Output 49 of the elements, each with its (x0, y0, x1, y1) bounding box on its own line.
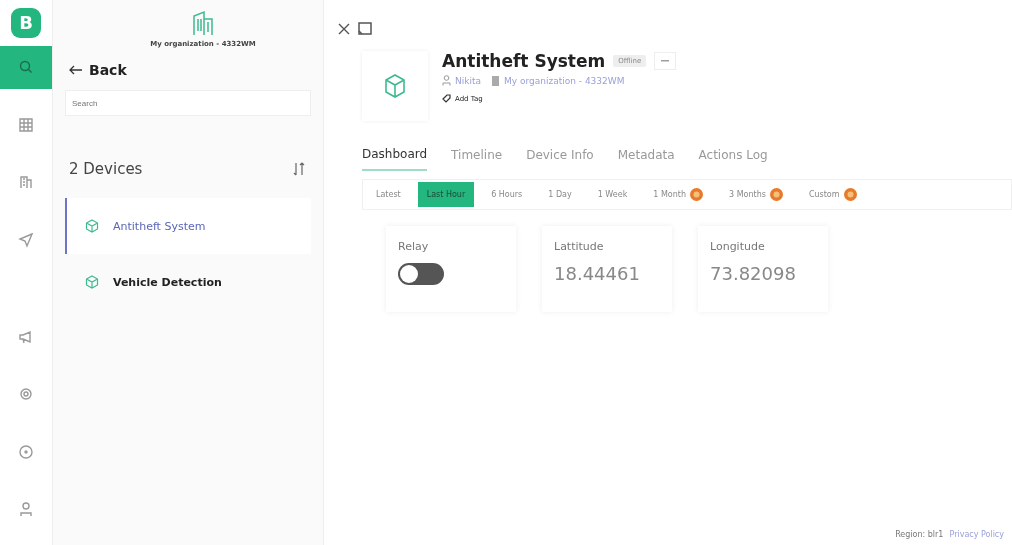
more-button[interactable] (654, 52, 677, 70)
device-count: 2 Devices (69, 160, 143, 178)
widget-title: Lattitude (554, 240, 604, 253)
cube-icon (85, 219, 99, 233)
search-field[interactable]: Search (65, 90, 311, 116)
premium-icon (769, 188, 783, 201)
close-icon[interactable] (338, 22, 350, 35)
expand-icon[interactable] (358, 22, 372, 35)
time-range-button[interactable]: Custom (799, 182, 866, 207)
time-range-button[interactable]: 1 Month (644, 182, 712, 207)
widget-value: 18.44461 (554, 263, 640, 284)
tab[interactable]: Timeline (451, 147, 503, 171)
back-link[interactable]: Back (69, 62, 311, 78)
time-range-button[interactable]: Latest (367, 182, 410, 207)
user-icon (442, 75, 451, 86)
tab[interactable]: Dashboard (362, 147, 428, 171)
region-label: Region: blr1 (895, 530, 944, 539)
widget-title: Relay (398, 240, 429, 253)
time-range-button[interactable]: 6 Hours (482, 182, 532, 207)
cube-icon (85, 275, 99, 289)
user-icon (18, 501, 34, 518)
sort-icon[interactable] (293, 162, 305, 176)
time-range-button[interactable]: Last Hour (417, 182, 475, 207)
paper-plane-icon (18, 231, 34, 248)
nav-button[interactable] (0, 45, 52, 90)
time-range-button[interactable]: 3 Months (720, 182, 792, 207)
target-icon (18, 443, 34, 460)
privacy-link[interactable]: Privacy Policy (949, 530, 1004, 539)
tab[interactable]: Metadata (617, 147, 675, 171)
device-title: Antitheft System (442, 51, 606, 71)
widget-title: Longitude (710, 240, 765, 253)
cube-icon (384, 74, 406, 98)
widget-value: 73.82098 (710, 263, 796, 284)
grid-icon (18, 116, 34, 133)
arrow-left-icon (69, 65, 83, 75)
time-range-button[interactable]: 1 Day (539, 182, 581, 207)
organization-link[interactable]: My organization - 4332WM (504, 75, 625, 86)
megaphone-icon (18, 328, 34, 345)
premium-icon (843, 188, 857, 201)
device-list-item[interactable]: Antitheft System (65, 198, 311, 254)
owner-link[interactable]: Nikita (455, 75, 481, 86)
tab[interactable]: Actions Log (698, 147, 768, 171)
toggle-switch[interactable] (398, 263, 444, 285)
tab[interactable]: Device Info (526, 147, 594, 171)
app-logo[interactable]: B (11, 8, 41, 38)
device-list-item[interactable]: Vehicle Detection (65, 254, 311, 310)
premium-icon (690, 188, 703, 201)
tag-icon (442, 94, 451, 103)
time-range-button[interactable]: 1 Week (588, 182, 637, 207)
